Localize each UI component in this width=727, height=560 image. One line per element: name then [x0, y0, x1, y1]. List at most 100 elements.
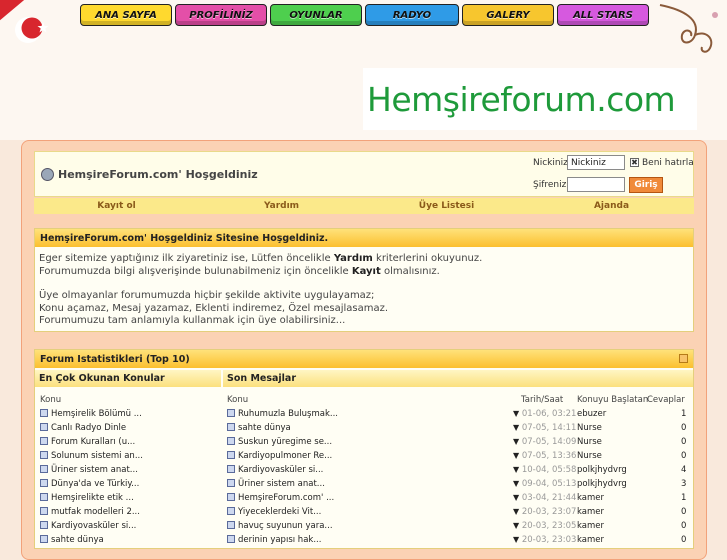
replies-cell: 0 [681, 437, 687, 447]
starter-cell[interactable]: kamer [577, 521, 604, 531]
stats-title: Forum Istatistikleri (Top 10) [40, 354, 190, 365]
replies-cell: 0 [681, 507, 687, 517]
nav-button-oyunlar[interactable]: OYUNLAR [270, 4, 362, 26]
topic-icon [40, 535, 48, 543]
go-to-post-icon[interactable]: ▼ [513, 479, 519, 488]
latest-topic-link[interactable]: Ruhumuzla Buluşmak... [227, 409, 338, 419]
go-to-post-icon[interactable]: ▼ [513, 409, 519, 418]
popular-topic-link[interactable]: mutfak modelleri 2... [40, 507, 140, 517]
table-row: Üriner sistem anat... Kardiyovasküler si.… [35, 464, 693, 478]
latest-topic-link[interactable]: havuç suyunun yara... [227, 521, 333, 531]
starter-cell[interactable]: Nurse [577, 437, 602, 447]
starter-cell[interactable]: ebuzer [577, 409, 606, 419]
popular-topic-link[interactable]: Üriner sistem anat... [40, 465, 138, 475]
popular-topic-link[interactable]: Kardiyovasküler si... [40, 521, 136, 531]
latest-topic-col: Konu [227, 395, 249, 405]
popular-topic-link[interactable]: Canlı Radyo Dinle [40, 423, 126, 433]
date-cell: ▼ 07-05, 14:11 [513, 423, 577, 433]
go-to-post-icon[interactable]: ▼ [513, 437, 519, 446]
popular-topic-link[interactable]: Hemşirelikte etik ... [40, 493, 134, 503]
popular-topic-link[interactable]: Hemşirelik Bölümü ... [40, 409, 142, 419]
help-inline-link[interactable]: Yardım [334, 253, 373, 264]
date-col: Tarih/Saat [521, 395, 564, 405]
topic-icon [227, 451, 235, 459]
topic-icon [227, 437, 235, 445]
topic-icon [227, 423, 235, 431]
nick-input[interactable] [567, 155, 625, 170]
latest-topic-link[interactable]: Üriner sistem anat... [227, 479, 325, 489]
table-row: mutfak modelleri 2... Yiyeceklerdeki Vit.… [35, 506, 693, 520]
main-nav: ANA SAYFA PROFİLİNİZ OYUNLAR RADYO GALERY ALL… [80, 4, 649, 28]
latest-topic-link[interactable]: Suskun yüregime se... [227, 437, 332, 447]
date-cell: ▼ 20-03, 23:03 [513, 535, 577, 545]
topic-icon [40, 465, 48, 473]
collapse-toggle-icon[interactable] [679, 354, 688, 363]
member-list-link[interactable]: Üye Listesi [364, 201, 529, 211]
nav-button-galery[interactable]: GALERY [462, 4, 554, 26]
register-inline-link[interactable]: Kayıt [352, 266, 381, 277]
latest-posts-heading: Son Mesajlar [223, 370, 693, 387]
table-row: Solunum sistemi an... Kardiyopulmoner Re.… [35, 450, 693, 464]
go-to-post-icon[interactable]: ▼ [513, 535, 519, 544]
table-row: sahte dünya derinin yapısı hak... ▼ 20-03,… [35, 534, 693, 548]
latest-topic-link[interactable]: derinin yapısı hak... [227, 535, 321, 545]
crescent-star-icon [15, 17, 49, 43]
starter-cell[interactable]: kamer [577, 535, 604, 545]
starter-cell[interactable]: polkjhydvrg [577, 465, 627, 475]
nav-button-radyo[interactable]: RADYO [365, 4, 459, 26]
starter-cell[interactable]: Nurse [577, 451, 602, 461]
latest-topic-link[interactable]: Yiyeceklerdeki Vit... [227, 507, 321, 517]
go-to-post-icon[interactable]: ▼ [513, 521, 519, 530]
remember-label: Beni hatırla [642, 158, 694, 168]
topic-icon [227, 409, 235, 417]
topic-icon [227, 493, 235, 501]
nav-button-all-stars[interactable]: ALL STARS [557, 4, 649, 26]
table-row: Forum Kuralları (u... Suskun yüregime se.… [35, 436, 693, 450]
notice-line: Konu açamaz, Mesaj yazamaz, Eklenti indi… [39, 302, 389, 314]
topic-icon [40, 409, 48, 417]
nick-label: Nickiniz [533, 158, 568, 168]
starter-cell[interactable]: kamer [577, 493, 604, 503]
popular-topic-link[interactable]: Solunum sistemi an... [40, 451, 143, 461]
nav-button-ana-sayfa[interactable]: ANA SAYFA [80, 4, 172, 26]
date-cell: ▼ 01-06, 03:21 [513, 409, 577, 419]
go-to-post-icon[interactable]: ▼ [513, 465, 519, 474]
replies-cell: 1 [681, 409, 687, 419]
topic-icon [40, 479, 48, 487]
table-row: Kardiyovasküler si... havuç suyunun yara.… [35, 520, 693, 534]
table-row: Hemşirelik Bölümü ... Ruhumuzla Buluşmak.… [35, 408, 693, 422]
latest-topic-link[interactable]: Kardiyovasküler si... [227, 465, 323, 475]
notice-line: Eger sitemize yaptığınız ilk ziyaretiniz… [39, 253, 483, 264]
go-to-post-icon[interactable]: ▼ [513, 423, 519, 432]
welcome-title: HemşireForum.com' Hoşgeldiniz [58, 168, 258, 181]
quick-links-bar: Kayıt ol Yardım Üye Listesi Ajanda [34, 198, 694, 214]
replies-cell: 0 [681, 451, 687, 461]
starter-cell[interactable]: polkjhydvrg [577, 479, 627, 489]
replies-cell: 4 [681, 465, 687, 475]
go-to-post-icon[interactable]: ▼ [513, 493, 519, 502]
calendar-link[interactable]: Ajanda [529, 201, 694, 211]
login-button[interactable]: Giriş [629, 177, 663, 193]
latest-topic-link[interactable]: HemşireForum.com' ... [227, 493, 334, 503]
register-link[interactable]: Kayıt ol [34, 201, 199, 211]
stats-header: Forum Istatistikleri (Top 10) [35, 350, 693, 368]
go-to-post-icon[interactable]: ▼ [513, 507, 519, 516]
popular-topic-link[interactable]: sahte dünya [40, 535, 104, 545]
popular-topic-link[interactable]: Dünya'da ve Türkiy... [40, 479, 139, 489]
password-input[interactable] [567, 177, 625, 192]
latest-topic-link[interactable]: Kardiyopulmoner Re... [227, 451, 332, 461]
starter-cell[interactable]: Nurse [577, 423, 602, 433]
popular-topic-link[interactable]: Forum Kuralları (u... [40, 437, 135, 447]
nav-button-profi-li-ni-z[interactable]: PROFİLİNİZ [175, 4, 267, 26]
latest-topic-link[interactable]: sahte dünya [227, 423, 291, 433]
date-cell: ▼ 03-04, 21:44 [513, 493, 577, 503]
topic-icon [40, 507, 48, 515]
starter-cell[interactable]: kamer [577, 507, 604, 517]
date-cell: ▼ 09-04, 05:13 [513, 479, 577, 489]
replies-col: Cevaplar [647, 395, 685, 405]
remember-checkbox[interactable]: ✖ [630, 158, 639, 167]
help-link[interactable]: Yardım [199, 201, 364, 211]
go-to-post-icon[interactable]: ▼ [513, 451, 519, 460]
starter-col: Konuyu Başlatan [577, 395, 649, 405]
topic-icon [40, 437, 48, 445]
